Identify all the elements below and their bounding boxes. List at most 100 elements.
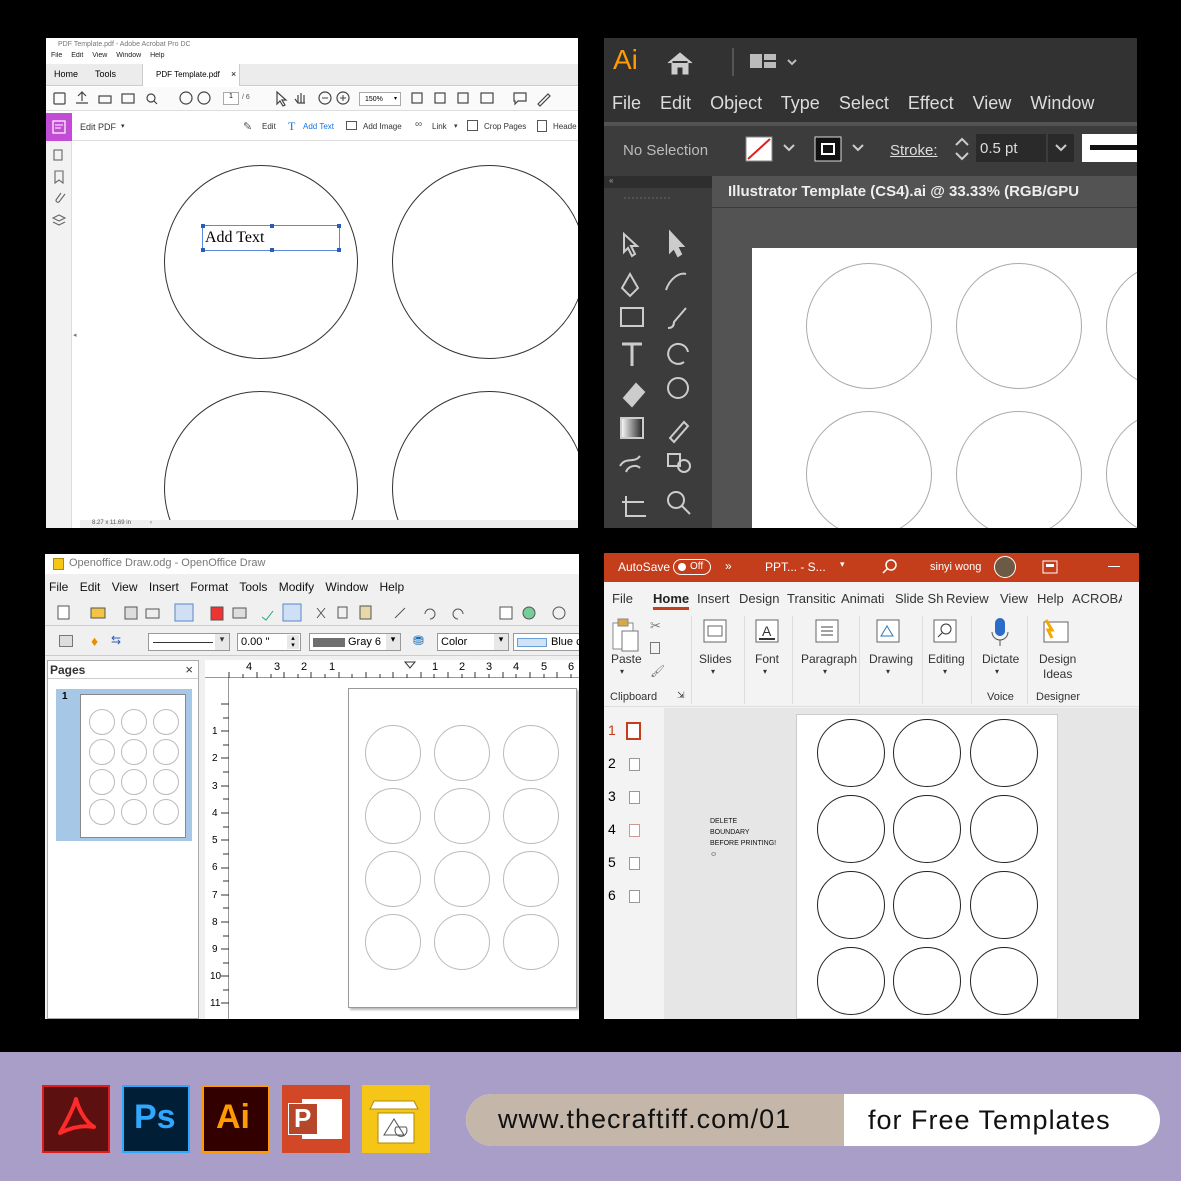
drawing-icon[interactable] (875, 618, 901, 646)
tab-home[interactable]: Home (54, 69, 78, 79)
menu-view[interactable]: View (112, 580, 138, 594)
menu-window[interactable]: Window (1030, 93, 1094, 113)
template-circle[interactable] (893, 947, 961, 1015)
slide-thumbnail[interactable] (629, 857, 640, 870)
stroke-weight-input[interactable]: 0.5 pt (976, 134, 1046, 162)
website-url[interactable]: www.thecraftiff.com/01 (498, 1104, 791, 1135)
tab-file[interactable]: File (612, 591, 633, 606)
slides-icon[interactable] (702, 618, 728, 646)
tab-insert[interactable]: Insert (697, 591, 730, 606)
template-circle[interactable] (365, 788, 421, 844)
template-circle[interactable] (817, 947, 885, 1015)
template-circle[interactable] (893, 719, 961, 787)
more-commands-icon[interactable]: » (725, 559, 732, 573)
fill-swatch[interactable] (744, 135, 804, 163)
template-circle[interactable] (970, 719, 1038, 787)
dialog-launcher-icon[interactable]: ⇲ (677, 690, 685, 701)
close-icon[interactable]: × (231, 69, 236, 79)
design-ideas-icon[interactable] (1040, 616, 1072, 648)
template-circle[interactable] (806, 263, 932, 389)
cut-icon[interactable]: ✂ (650, 618, 661, 634)
tab-design[interactable]: Design (739, 591, 779, 606)
menu-object[interactable]: Object (710, 93, 762, 113)
microphone-icon[interactable] (989, 616, 1011, 650)
template-circle[interactable] (164, 391, 358, 528)
template-circle[interactable] (893, 871, 961, 939)
header-footer-button[interactable]: Heade (553, 122, 577, 131)
paragraph-button[interactable]: Paragraph (801, 652, 857, 666)
link-button[interactable]: Link (432, 122, 447, 131)
template-circle[interactable] (893, 795, 961, 863)
menu-select[interactable]: Select (839, 93, 889, 113)
area-fill-icon[interactable]: ⛃ (413, 633, 424, 649)
add-image-button[interactable]: Add Image (363, 122, 402, 131)
page-number-input[interactable]: 1 (223, 92, 239, 105)
scroll-left-icon[interactable]: ‹ (150, 520, 152, 526)
template-circle[interactable] (970, 795, 1038, 863)
paste-icon[interactable] (610, 617, 642, 653)
slide-number[interactable]: 6 (608, 887, 616, 903)
copy-icon[interactable] (650, 642, 660, 654)
menu-edit[interactable]: Edit (80, 580, 101, 594)
tab-tools[interactable]: Tools (95, 69, 116, 79)
template-circle[interactable] (956, 411, 1082, 528)
slide-number[interactable]: 5 (608, 854, 616, 870)
tab-document[interactable]: PDF Template.pdf × (142, 64, 240, 86)
menu-help[interactable]: Help (379, 580, 404, 594)
line-width-input[interactable]: 0.00 " ▴ ▾ (237, 633, 301, 651)
design-ideas-button-line2[interactable]: Ideas (1043, 667, 1072, 681)
template-circle[interactable] (1106, 411, 1137, 528)
collapse-panel-icon[interactable]: ◂ (73, 331, 77, 339)
file-name[interactable]: PPT... - S... (765, 560, 826, 574)
page-thumbnail[interactable]: 1 (56, 689, 192, 841)
spin-icon[interactable]: ▴ ▾ (287, 635, 299, 649)
template-circle[interactable] (970, 871, 1038, 939)
template-circle[interactable] (365, 851, 421, 907)
template-circle[interactable] (365, 914, 421, 970)
template-circle[interactable] (503, 851, 559, 907)
drawing-button[interactable]: Drawing (869, 652, 913, 666)
menu-type[interactable]: Type (781, 93, 820, 113)
paragraph-icon[interactable] (814, 618, 840, 646)
area-color-select[interactable]: Blue c (513, 633, 579, 651)
line-style-select[interactable]: ▾ (148, 633, 230, 651)
tab-animations[interactable]: Animati (841, 591, 884, 606)
template-circle[interactable] (434, 725, 490, 781)
tab-view[interactable]: View (1000, 591, 1028, 606)
edit-pdf-label[interactable]: Edit PDF (80, 122, 116, 132)
menu-edit[interactable]: Edit (71, 52, 83, 59)
menu-tools[interactable]: Tools (239, 580, 267, 594)
menu-edit[interactable]: Edit (660, 93, 691, 113)
tab-help[interactable]: Help (1037, 591, 1064, 606)
autosave-toggle[interactable]: Off (673, 559, 711, 575)
template-circle[interactable] (970, 947, 1038, 1015)
template-circle[interactable] (817, 719, 885, 787)
menu-view[interactable]: View (92, 52, 107, 59)
arrow-style-icon[interactable]: ⇆ (111, 633, 121, 647)
tab-slideshow[interactable]: Slide Sh (895, 591, 943, 606)
edit-button[interactable]: Edit (262, 122, 276, 131)
slide-thumbnail[interactable] (629, 890, 640, 903)
add-text-box[interactable]: Add Text (201, 224, 341, 252)
menu-effect[interactable]: Effect (908, 93, 954, 113)
menu-help[interactable]: Help (150, 52, 164, 59)
line-color-icon[interactable]: ♦ (91, 633, 98, 649)
line-color-select[interactable]: Gray 6 ▾ (309, 633, 401, 651)
template-circle[interactable] (956, 263, 1082, 389)
stroke-label[interactable]: Stroke: (890, 142, 938, 159)
template-circle[interactable] (1106, 263, 1137, 389)
area-icon[interactable] (59, 635, 73, 647)
website-pill[interactable]: www.thecraftiff.com/01 for Free Template… (466, 1094, 1160, 1146)
font-button[interactable]: Font (755, 652, 779, 666)
chevron-down-icon[interactable] (1048, 134, 1074, 162)
tab-transitions[interactable]: Transitic (787, 591, 836, 606)
area-style-select[interactable]: Color ▾ (437, 633, 509, 651)
slide-number[interactable]: 2 (608, 755, 616, 771)
template-circle[interactable] (503, 914, 559, 970)
add-text-button[interactable]: Add Text (303, 122, 334, 131)
paste-button[interactable]: Paste (611, 652, 642, 666)
template-circle[interactable] (817, 871, 885, 939)
minimize-icon[interactable] (1108, 566, 1120, 567)
zoom-select[interactable]: 150% ▾ (359, 92, 401, 106)
menu-window[interactable]: Window (325, 580, 368, 594)
